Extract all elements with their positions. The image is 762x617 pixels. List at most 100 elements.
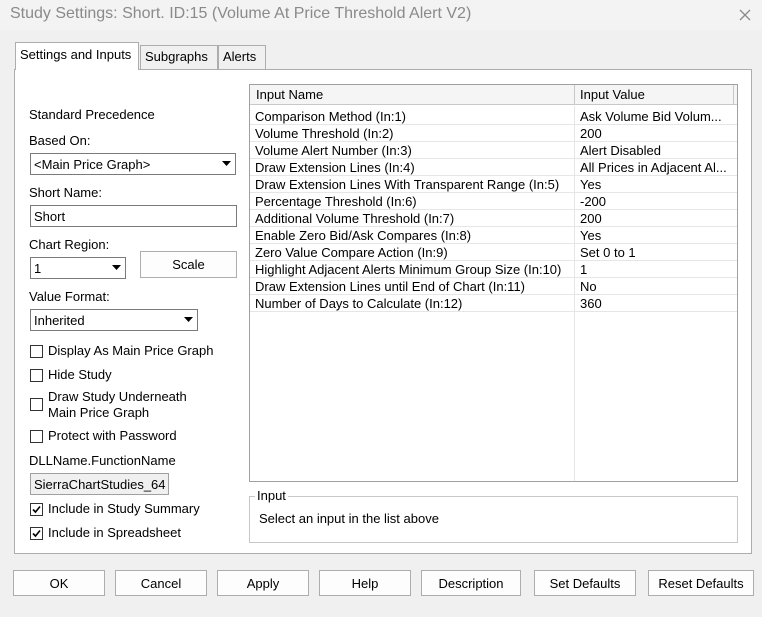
based-on-value: <Main Price Graph> (34, 157, 151, 172)
input-name-cell: Volume Threshold (In:2) (255, 126, 394, 141)
standard-precedence-label: Standard Precedence (29, 107, 155, 122)
checkmark-icon (32, 529, 41, 538)
tab-settings-and-inputs[interactable]: Settings and Inputs (15, 42, 139, 70)
table-row[interactable]: Zero Value Compare Action (In:9) Set 0 t… (250, 244, 737, 261)
table-row[interactable]: Percentage Threshold (In:6) -200 (250, 193, 737, 210)
column-header-input-name[interactable]: Input Name (256, 87, 323, 102)
input-value-cell: All Prices in Adjacent Al... (580, 160, 727, 175)
checkbox-box (30, 369, 43, 382)
input-name-cell: Number of Days to Calculate (In:12) (255, 296, 463, 311)
inputs-table[interactable]: Input Name Input Value Comparison Method… (249, 84, 738, 482)
input-value-cell: No (580, 279, 597, 294)
input-value-cell: Ask Volume Bid Volum... (580, 109, 722, 124)
title-bar: Study Settings: Short. ID:15 (Volume At … (0, 0, 762, 30)
based-on-label: Based On: (29, 133, 91, 148)
chart-region-select[interactable]: 1 (30, 257, 126, 279)
input-value-cell: Set 0 to 1 (580, 245, 636, 260)
input-name-cell: Draw Extension Lines With Transparent Ra… (255, 177, 560, 192)
checkbox-label: Draw Study Underneath Main Price Graph (48, 389, 187, 421)
table-row[interactable]: Draw Extension Lines (In:4) All Prices i… (250, 159, 737, 176)
table-row[interactable]: Highlight Adjacent Alerts Minimum Group … (250, 261, 737, 278)
chart-region-label: Chart Region: (29, 237, 110, 252)
input-value-cell: Yes (580, 228, 602, 243)
checkbox-label: Display As Main Price Graph (48, 343, 214, 358)
chevron-down-icon (218, 155, 234, 173)
input-value-cell: 1 (580, 262, 588, 277)
table-body: Comparison Method (In:1) Ask Volume Bid … (250, 106, 737, 481)
input-name-cell: Percentage Threshold (In:6) (255, 194, 417, 209)
ok-button[interactable]: OK (13, 570, 105, 596)
input-name-cell: Draw Extension Lines until End of Chart … (255, 279, 526, 294)
input-value-cell: Yes (580, 177, 602, 192)
input-groupbox: Input Select an input in the list above (249, 488, 738, 543)
input-name-cell: Zero Value Compare Action (In:9) (255, 245, 448, 260)
input-groupbox-legend: Input (255, 488, 288, 503)
based-on-select[interactable]: <Main Price Graph> (30, 153, 236, 175)
checkmark-icon (32, 505, 41, 514)
input-name-cell: Volume Alert Number (In:3) (255, 143, 412, 158)
input-name-cell: Additional Volume Threshold (In:7) (255, 211, 455, 226)
checkbox-box (30, 398, 43, 411)
table-header: Input Name Input Value (250, 85, 737, 105)
checkbox-label: Include in Spreadsheet (48, 525, 181, 540)
tab-subgraphs[interactable]: Subgraphs (140, 45, 218, 69)
scale-button[interactable]: Scale (140, 251, 237, 278)
apply-button[interactable]: Apply (217, 570, 309, 596)
draw-study-underneath-checkbox[interactable]: Draw Study Underneath Main Price Graph (30, 389, 187, 421)
display-as-main-price-graph-checkbox[interactable]: Display As Main Price Graph (30, 343, 213, 359)
checkbox-label: Hide Study (48, 367, 112, 382)
tab-label: Settings and Inputs (20, 47, 132, 62)
dll-name-field: SierraChartStudies_64 (30, 473, 169, 495)
close-icon (739, 9, 751, 21)
checkbox-label-line1: Draw Study Underneath (48, 389, 187, 404)
chevron-down-icon (108, 259, 124, 277)
checkbox-box (30, 345, 43, 358)
checkbox-box (30, 503, 43, 516)
short-name-label: Short Name: (29, 185, 102, 200)
table-row[interactable]: Additional Volume Threshold (In:7) 200 (250, 210, 737, 227)
tab-label: Alerts (223, 49, 257, 64)
table-row[interactable]: Draw Extension Lines until End of Chart … (250, 278, 737, 295)
help-button[interactable]: Help (319, 570, 411, 596)
table-row[interactable]: Volume Threshold (In:2) 200 (250, 125, 737, 142)
chevron-down-icon (180, 311, 196, 329)
input-description: Select an input in the list above (259, 511, 439, 526)
table-row[interactable]: Comparison Method (In:1) Ask Volume Bid … (250, 108, 737, 125)
input-value-cell: 360 (580, 296, 602, 311)
checkbox-box (30, 527, 43, 540)
input-name-cell: Draw Extension Lines (In:4) (255, 160, 415, 175)
hide-study-checkbox[interactable]: Hide Study (30, 367, 112, 383)
protect-with-password-checkbox[interactable]: Protect with Password (30, 428, 177, 444)
tab-label: Subgraphs (145, 49, 208, 64)
checkbox-label: Include in Study Summary (48, 501, 200, 516)
close-button[interactable] (728, 0, 762, 30)
table-row[interactable]: Enable Zero Bid/Ask Compares (In:8) Yes (250, 227, 737, 244)
dll-name-label: DLLName.FunctionName (29, 453, 176, 468)
chart-region-value: 1 (34, 261, 42, 276)
reset-defaults-button[interactable]: Reset Defaults (648, 570, 754, 596)
input-value-cell: 200 (580, 126, 602, 141)
set-defaults-button[interactable]: Set Defaults (534, 570, 636, 596)
include-in-spreadsheet-checkbox[interactable]: Include in Spreadsheet (30, 525, 181, 541)
checkbox-label: Protect with Password (48, 428, 177, 443)
value-format-value: Inherited (34, 313, 85, 328)
table-row[interactable]: Draw Extension Lines With Transparent Ra… (250, 176, 737, 193)
checkbox-box (30, 430, 43, 443)
value-format-select[interactable]: Inherited (30, 309, 198, 331)
table-row[interactable]: Number of Days to Calculate (In:12) 360 (250, 295, 737, 312)
value-format-label: Value Format: (29, 289, 110, 304)
column-header-input-value[interactable]: Input Value (580, 87, 645, 102)
input-value-cell: Alert Disabled (580, 143, 661, 158)
column-divider[interactable] (733, 85, 734, 105)
table-row[interactable]: Volume Alert Number (In:3) Alert Disable… (250, 142, 737, 159)
include-in-study-summary-checkbox[interactable]: Include in Study Summary (30, 501, 200, 517)
column-divider[interactable] (574, 85, 575, 105)
window-title: Study Settings: Short. ID:15 (Volume At … (10, 5, 472, 22)
input-name-cell: Enable Zero Bid/Ask Compares (In:8) (255, 228, 472, 243)
input-value-cell: -200 (580, 194, 607, 209)
cancel-button[interactable]: Cancel (115, 570, 207, 596)
tab-alerts[interactable]: Alerts (218, 45, 266, 69)
checkbox-label-line2: Main Price Graph (48, 405, 150, 420)
description-button[interactable]: Description (421, 570, 521, 596)
short-name-input[interactable]: Short (30, 205, 237, 227)
